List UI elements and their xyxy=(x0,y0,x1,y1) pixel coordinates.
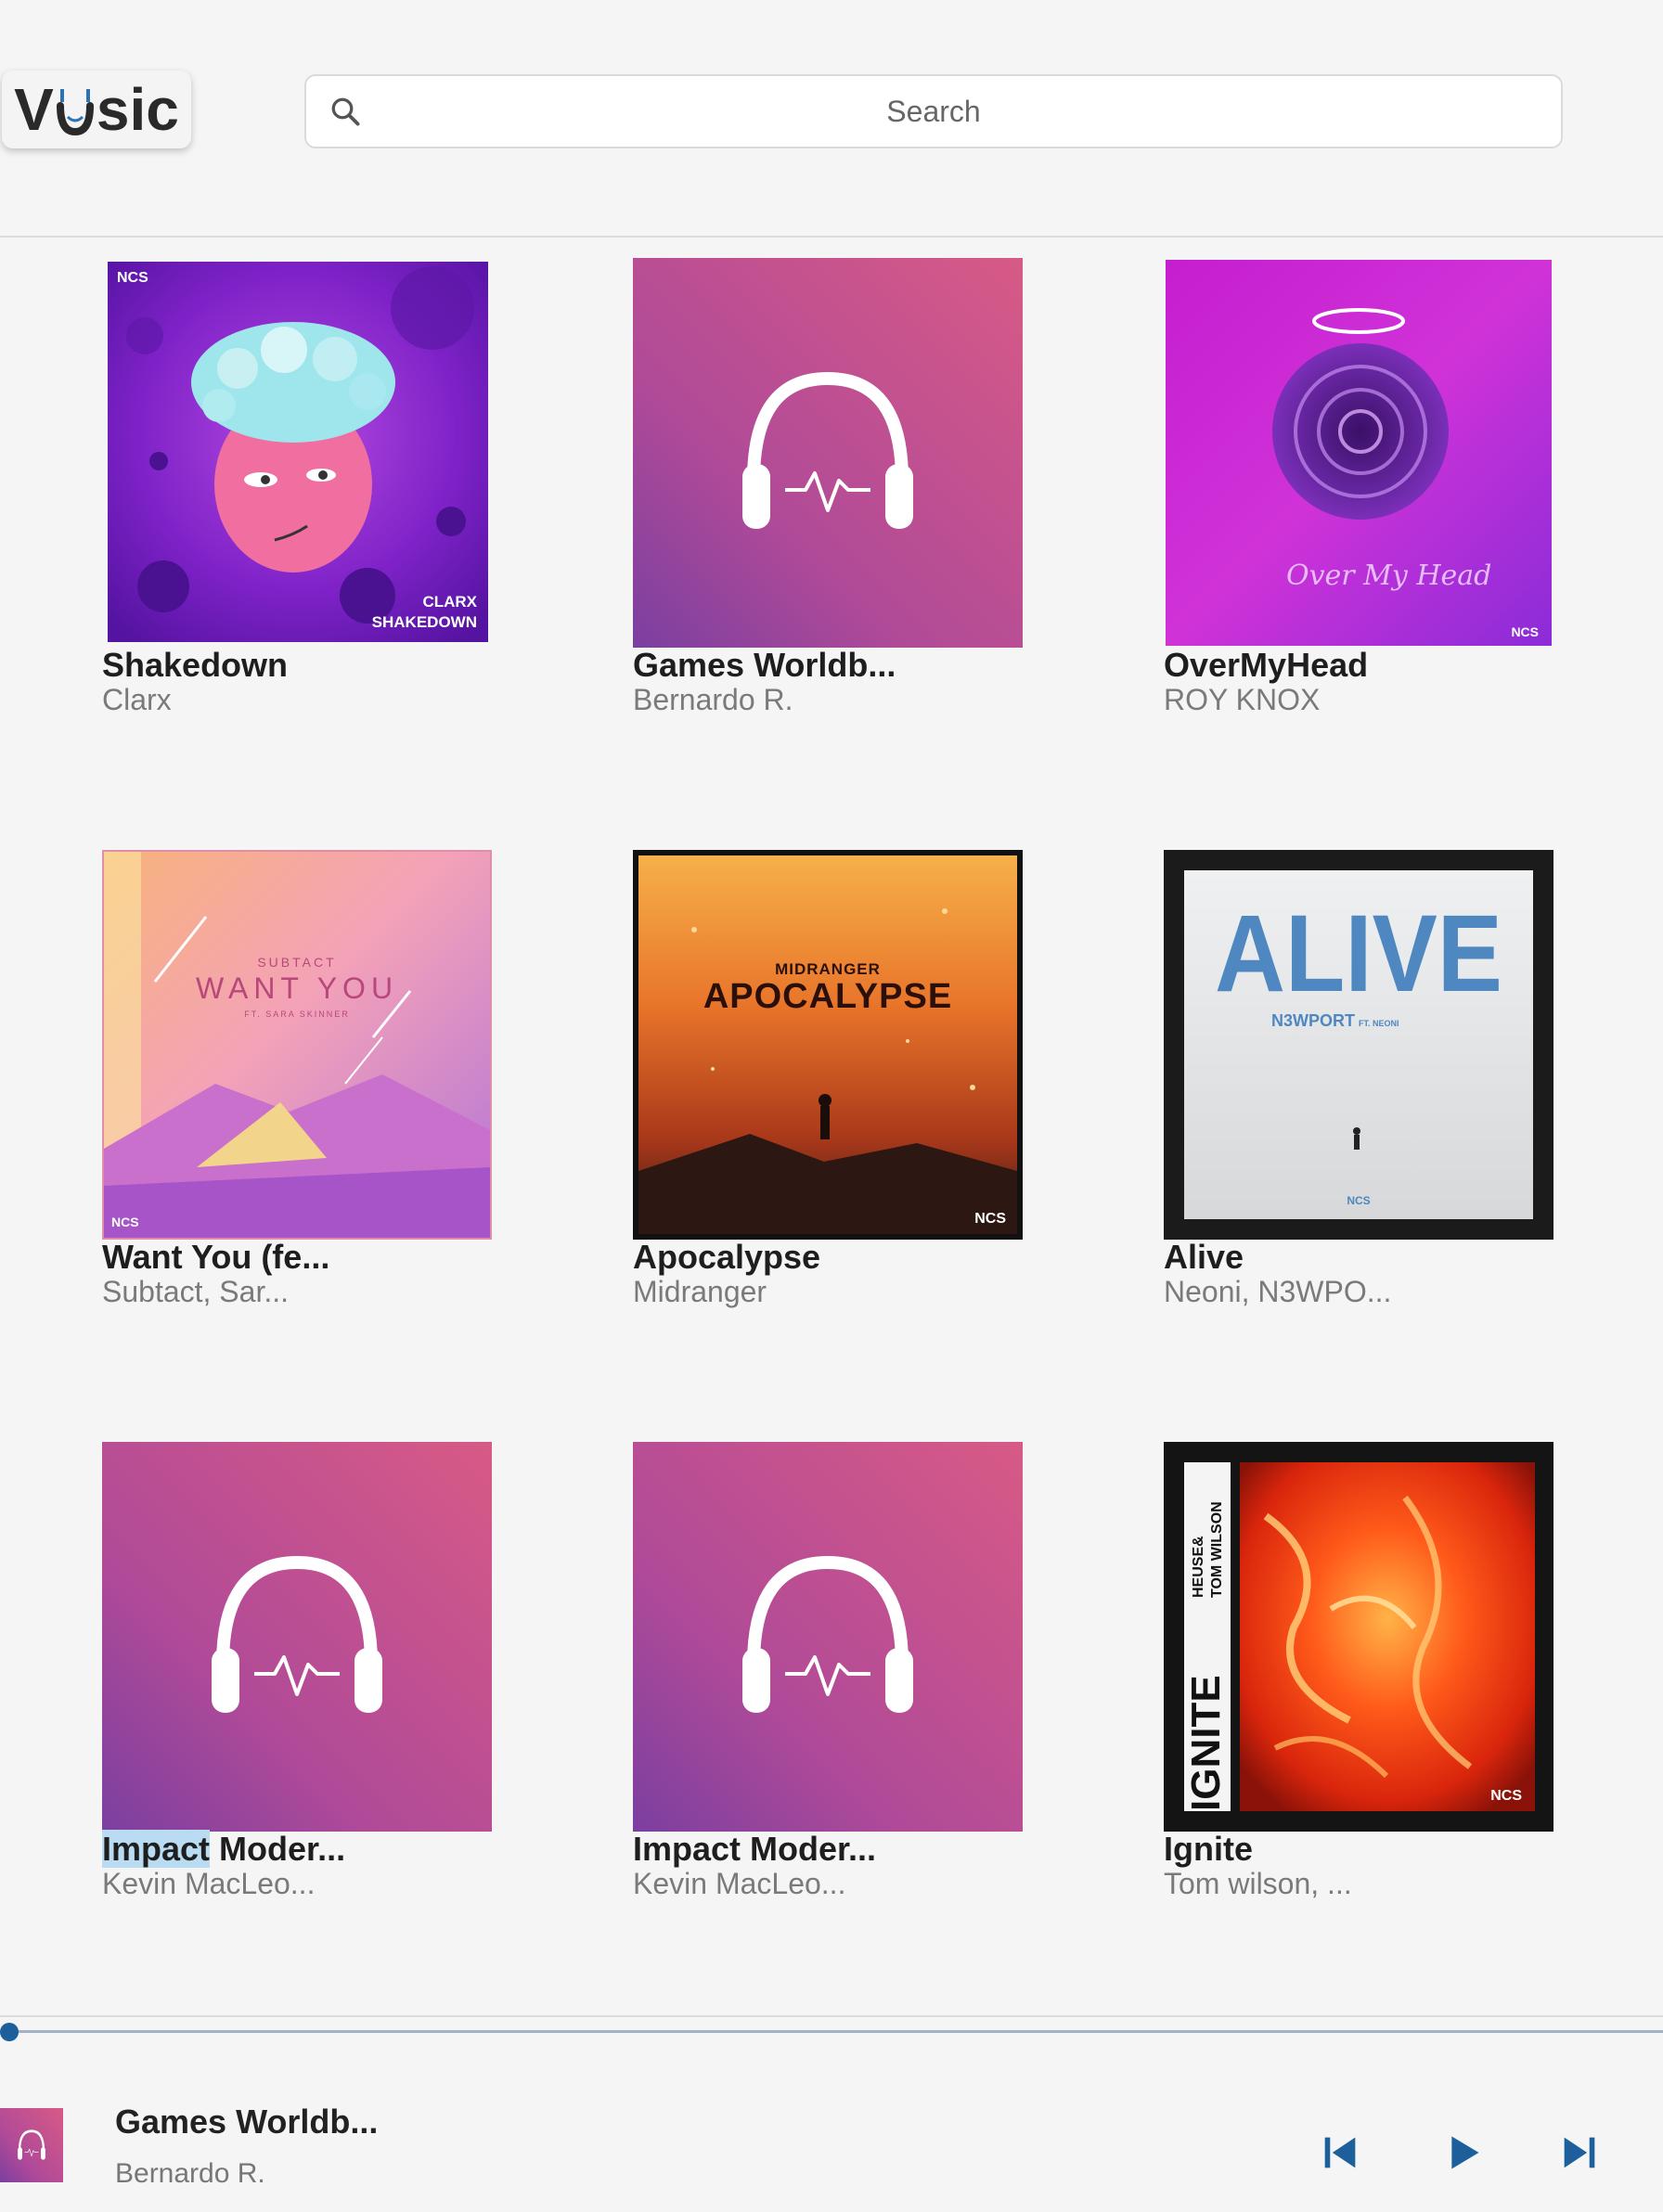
logo-text-right: sic xyxy=(96,76,179,143)
track-card[interactable]: ALIVE N3WPORT FT. NEONI NCS Alive Neoni,… xyxy=(1164,848,1572,1331)
cover-line2: SHAKEDOWN xyxy=(372,613,477,631)
cover-feat: FT. NEONI xyxy=(1359,1019,1399,1028)
logo-smile-icon xyxy=(55,82,96,137)
track-title: Impact Moder... xyxy=(102,1830,345,1869)
cover-title: WANT YOU xyxy=(196,971,398,1005)
headphones-icon xyxy=(0,2108,63,2182)
ncs-logo: NCS xyxy=(974,1211,1006,1227)
now-playing-title: Games Worldb... xyxy=(115,2103,379,2141)
track-card[interactable]: Impact Moder... Kevin MacLeo... xyxy=(102,1440,510,1923)
album-cover-apocalypse: MIDRANGER APOCALYPSE NCS xyxy=(633,850,1023,1240)
track-artist: ROY KNOX xyxy=(1164,683,1321,716)
title-rest: Moder... xyxy=(210,1830,346,1868)
album-cover-wantyou: SUBTACT WANT YOU FT. SARA SKINNER NCS xyxy=(102,850,492,1240)
headphones-icon xyxy=(633,258,1023,648)
track-card[interactable]: MIDRANGER APOCALYPSE NCS Apocalypse Midr… xyxy=(633,848,1041,1331)
track-card[interactable]: Games Worldb... Bernardo R. xyxy=(633,256,1041,739)
album-cover-overmyhead: Over My Head NCS xyxy=(1166,260,1552,646)
play-button[interactable] xyxy=(1437,2127,1489,2179)
logo-text-left: V xyxy=(14,76,54,143)
cover-artist: MIDRANGER xyxy=(775,960,881,978)
cover-title: APOCALYPSE xyxy=(703,977,952,1016)
track-artist: Clarx xyxy=(102,683,172,716)
now-playing-cover[interactable] xyxy=(0,2108,63,2182)
music-app: V sic Search NCS CLARX SHAKEDOWN Shakedo… xyxy=(0,0,1663,2212)
cover-artist: TOM WILSON xyxy=(1209,1501,1225,1598)
top-bar: V sic xyxy=(0,0,1663,238)
track-artist: Subtact, Sar... xyxy=(102,1275,289,1308)
cover-artist: N3WPORT xyxy=(1271,1011,1355,1030)
album-cover-placeholder xyxy=(633,258,1023,648)
track-card[interactable]: Over My Head NCS OverMyHead ROY KNOX xyxy=(1164,256,1572,739)
headphones-icon xyxy=(633,1442,1023,1832)
search-input[interactable] xyxy=(306,76,1561,147)
skip-previous-icon xyxy=(1324,2137,1356,2168)
track-title: Games Worldb... xyxy=(633,646,896,684)
cover-artist: SUBTACT xyxy=(257,955,336,970)
album-cover-ignite: IGNITE HEUSE& TOM WILSON NCS xyxy=(1164,1442,1553,1832)
cover-line1: CLARX xyxy=(422,593,477,611)
ncs-logo: NCS xyxy=(1347,1194,1370,1207)
track-card[interactable]: Impact Moder... Kevin MacLeo... xyxy=(633,1440,1041,1923)
ncs-logo: NCS xyxy=(117,270,148,286)
app-logo[interactable]: V sic xyxy=(2,71,191,148)
cover-title: IGNITE xyxy=(1183,1675,1229,1811)
skip-previous-button[interactable] xyxy=(1314,2127,1366,2179)
cover-feat: FT. SARA SKINNER xyxy=(244,1010,350,1019)
album-cover-placeholder xyxy=(102,1442,492,1832)
selected-text: Impact xyxy=(102,1830,211,1868)
track-title: Impact Moder... xyxy=(633,1830,877,1868)
ncs-logo: NCS xyxy=(1511,624,1539,639)
cover-script: Over My Head xyxy=(1286,559,1491,592)
track-title: Alive xyxy=(1164,1238,1244,1276)
track-title: Ignite xyxy=(1164,1830,1253,1868)
player-bar: Games Worldb... Bernardo R. xyxy=(0,2015,1663,2212)
ncs-logo: NCS xyxy=(1490,1788,1522,1804)
album-cover-alive: ALIVE N3WPORT FT. NEONI NCS xyxy=(1164,850,1553,1240)
skip-next-icon xyxy=(1564,2137,1595,2168)
album-cover-placeholder xyxy=(633,1442,1023,1832)
track-artist: Bernardo R. xyxy=(633,683,793,716)
track-card[interactable]: SUBTACT WANT YOU FT. SARA SKINNER NCS Wa… xyxy=(102,848,510,1331)
progress-handle[interactable] xyxy=(0,2023,19,2041)
cover-title: ALIVE xyxy=(1215,893,1502,1015)
track-artist: Tom wilson, ... xyxy=(1164,1867,1352,1900)
now-playing-artist: Bernardo R. xyxy=(115,2158,265,2189)
album-cover-shakedown: NCS CLARX SHAKEDOWN xyxy=(108,262,488,642)
skip-next-button[interactable] xyxy=(1553,2127,1605,2179)
play-icon xyxy=(1451,2136,1479,2169)
track-artist: Kevin MacLeo... xyxy=(633,1867,846,1900)
track-artist: Kevin MacLeo... xyxy=(102,1867,316,1900)
track-title: Shakedown xyxy=(102,646,289,684)
headphones-icon xyxy=(102,1442,492,1832)
cover-artist: HEUSE& xyxy=(1191,1536,1206,1598)
search-bar[interactable] xyxy=(304,74,1563,148)
track-artist: Midranger xyxy=(633,1275,767,1308)
track-title: Apocalypse xyxy=(633,1238,821,1276)
ncs-logo: NCS xyxy=(111,1215,139,1229)
track-title: Want You (fe... xyxy=(102,1238,330,1276)
track-artist: Neoni, N3WPO... xyxy=(1164,1275,1392,1308)
progress-bar[interactable] xyxy=(7,2030,1663,2033)
track-card[interactable]: IGNITE HEUSE& TOM WILSON NCS Ignite Tom … xyxy=(1164,1440,1572,1923)
track-title: OverMyHead xyxy=(1164,646,1369,684)
track-card[interactable]: NCS CLARX SHAKEDOWN Shakedown Clarx xyxy=(102,256,510,739)
